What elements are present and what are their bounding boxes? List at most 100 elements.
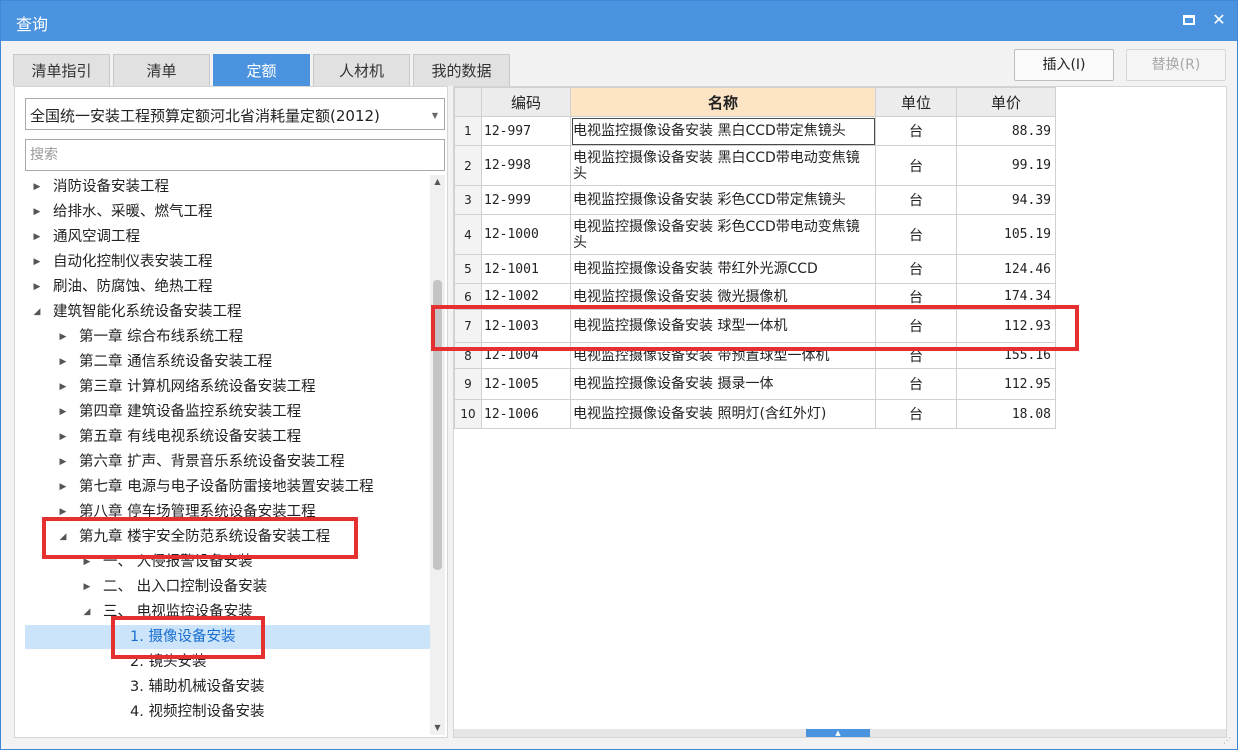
title-bar[interactable]: 查询 ✕: [1, 1, 1237, 41]
cell-price[interactable]: 112.95: [956, 368, 1056, 400]
tree-scrollbar[interactable]: ▲ ▼: [430, 175, 445, 735]
cell-code[interactable]: 12-1006: [481, 399, 571, 429]
table-row[interactable]: 1 12-997 电视监控摄像设备安装 黑白CCD带定焦镜头台 88.39: [454, 116, 1056, 146]
tree-node[interactable]: ▶ 第八章 停车场管理系统设备安装工程: [25, 500, 430, 524]
cell-price[interactable]: 88.39: [956, 116, 1056, 146]
row-index[interactable]: 3: [454, 185, 482, 215]
collapsed-arrow-icon[interactable]: ▶: [31, 250, 43, 274]
tree-node[interactable]: ▶ 第六章 扩声、背景音乐系统设备安装工程: [25, 450, 430, 474]
tab-list[interactable]: 清单: [113, 54, 210, 86]
tree-node[interactable]: ▶ 第七章 电源与电子设备防雷接地装置安装工程: [25, 475, 430, 499]
header-code[interactable]: 编码: [481, 87, 571, 117]
cell-unit[interactable]: 台: [875, 145, 957, 186]
tree-node[interactable]: ◢ 第九章 楼宇安全防范系统设备安装工程: [25, 525, 430, 549]
tree-node[interactable]: 1. 摄像设备安装: [25, 625, 430, 649]
tree-node[interactable]: ▶ 一、 入侵报警设备安装: [25, 550, 430, 574]
cell-name[interactable]: 电视监控摄像设备安装 球型一体机: [570, 309, 876, 343]
cell-code[interactable]: 12-1002: [481, 283, 571, 310]
collapsed-arrow-icon[interactable]: ▶: [57, 450, 69, 474]
table-row[interactable]: 5 12-1001 电视监控摄像设备安装 带红外光源CCD 台 124.46: [454, 254, 1056, 284]
cell-price[interactable]: 124.46: [956, 254, 1056, 284]
cell-unit[interactable]: 台: [875, 399, 957, 429]
expanded-arrow-icon[interactable]: ◢: [31, 300, 43, 324]
cell-unit[interactable]: 台: [875, 309, 957, 343]
collapsed-arrow-icon[interactable]: ▶: [31, 200, 43, 224]
cell-unit[interactable]: 台: [875, 342, 957, 369]
cell-unit[interactable]: 台: [875, 368, 957, 400]
cell-unit[interactable]: 台: [875, 214, 957, 255]
cell-name[interactable]: 电视监控摄像设备安装 带红外光源CCD: [570, 254, 876, 284]
cell-code[interactable]: 12-1003: [481, 309, 571, 343]
collapsed-arrow-icon[interactable]: ▶: [57, 475, 69, 499]
table-row[interactable]: 4 12-1000 电视监控摄像设备安装 彩色CCD带电动变焦镜头台 105.19: [454, 214, 1056, 255]
close-button[interactable]: ✕: [1208, 9, 1230, 31]
tree-node[interactable]: ▶ 通风空调工程: [25, 225, 430, 249]
collapsed-arrow-icon[interactable]: ▶: [81, 550, 93, 574]
row-index[interactable]: 8: [454, 342, 482, 369]
cell-name[interactable]: 电视监控摄像设备安装 彩色CCD带定焦镜头: [570, 185, 876, 215]
cell-name[interactable]: 电视监控摄像设备安装 带预置球型一体机: [570, 342, 876, 369]
table-row[interactable]: 9 12-1005 电视监控摄像设备安装 摄录一体台 112.95: [454, 368, 1056, 400]
tree-node[interactable]: ▶ 自动化控制仪表安装工程: [25, 250, 430, 274]
tree-node[interactable]: ▶ 第一章 综合布线系统工程: [25, 325, 430, 349]
tree-node[interactable]: ▶ 给排水、采暖、燃气工程: [25, 200, 430, 224]
header-name[interactable]: 名称: [570, 87, 876, 117]
cell-price[interactable]: 112.93: [956, 309, 1056, 343]
table-row[interactable]: 10 12-1006 电视监控摄像设备安装 照明灯(含红外灯) 台 18.08: [454, 399, 1056, 429]
collapsed-arrow-icon[interactable]: ▶: [57, 350, 69, 374]
tree-node[interactable]: ▶ 第四章 建筑设备监控系统安装工程: [25, 400, 430, 424]
header-price[interactable]: 单价: [956, 87, 1056, 117]
maximize-button[interactable]: [1178, 9, 1200, 31]
collapsed-arrow-icon[interactable]: ▶: [57, 400, 69, 424]
scroll-thumb[interactable]: [433, 280, 442, 570]
collapsed-arrow-icon[interactable]: ▶: [31, 225, 43, 249]
cell-name[interactable]: 电视监控摄像设备安装 彩色CCD带电动变焦镜头: [570, 214, 876, 255]
scroll-down-icon[interactable]: ▼: [430, 721, 445, 735]
tree-node[interactable]: ▶ 第二章 通信系统设备安装工程: [25, 350, 430, 374]
cell-unit[interactable]: 台: [875, 283, 957, 310]
row-index[interactable]: 7: [454, 309, 482, 343]
cell-code[interactable]: 12-1001: [481, 254, 571, 284]
tab-quota[interactable]: 定额: [213, 54, 310, 86]
cell-price[interactable]: 155.16: [956, 342, 1056, 369]
collapsed-arrow-icon[interactable]: ▶: [57, 425, 69, 449]
cell-code[interactable]: 12-997: [481, 116, 571, 146]
row-index[interactable]: 10: [454, 399, 482, 429]
resize-grip-icon[interactable]: ⋰: [1223, 736, 1233, 746]
header-unit[interactable]: 单位: [875, 87, 957, 117]
cell-name[interactable]: 电视监控摄像设备安装 照明灯(含红外灯): [570, 399, 876, 429]
tree-node[interactable]: ▶ 二、 出入口控制设备安装: [25, 575, 430, 599]
expanded-arrow-icon[interactable]: ◢: [57, 525, 69, 549]
tree-node[interactable]: 3. 辅助机械设备安装: [25, 675, 430, 699]
collapsed-arrow-icon[interactable]: ▶: [57, 325, 69, 349]
scroll-grip-icon[interactable]: ▲: [806, 729, 870, 737]
table-row[interactable]: 8 12-1004 电视监控摄像设备安装 带预置球型一体机台 155.16: [454, 342, 1056, 369]
row-index[interactable]: 9: [454, 368, 482, 400]
collapsed-arrow-icon[interactable]: ▶: [57, 500, 69, 524]
search-input[interactable]: [25, 139, 445, 171]
table-row[interactable]: 6 12-1002 电视监控摄像设备安装 微光摄像机台 174.34: [454, 283, 1056, 310]
row-index[interactable]: 4: [454, 214, 482, 255]
cell-code[interactable]: 12-998: [481, 145, 571, 186]
row-index[interactable]: 5: [454, 254, 482, 284]
insert-button[interactable]: 插入(I): [1014, 49, 1114, 81]
expanded-arrow-icon[interactable]: ◢: [81, 600, 93, 624]
cell-price[interactable]: 18.08: [956, 399, 1056, 429]
tree-node[interactable]: 2. 镜头安装: [25, 650, 430, 674]
table-row[interactable]: 7 12-1003 电视监控摄像设备安装 球型一体机台 112.93: [454, 309, 1056, 343]
tree-node[interactable]: ▶ 消防设备安装工程: [25, 175, 430, 199]
table-hscrollbar[interactable]: ▲: [454, 729, 1226, 737]
cell-price[interactable]: 94.39: [956, 185, 1056, 215]
cell-name[interactable]: 电视监控摄像设备安装 微光摄像机: [570, 283, 876, 310]
cell-code[interactable]: 12-999: [481, 185, 571, 215]
cell-code[interactable]: 12-1000: [481, 214, 571, 255]
cell-code[interactable]: 12-1005: [481, 368, 571, 400]
tree-node[interactable]: ◢ 建筑智能化系统设备安装工程: [25, 300, 430, 324]
table-row[interactable]: 3 12-999 电视监控摄像设备安装 彩色CCD带定焦镜头台 94.39: [454, 185, 1056, 215]
cell-unit[interactable]: 台: [875, 185, 957, 215]
cell-price[interactable]: 174.34: [956, 283, 1056, 310]
tree-node[interactable]: ▶ 刷油、防腐蚀、绝热工程: [25, 275, 430, 299]
cell-price[interactable]: 99.19: [956, 145, 1056, 186]
tab-my-data[interactable]: 我的数据: [413, 54, 510, 86]
collapsed-arrow-icon[interactable]: ▶: [31, 175, 43, 199]
